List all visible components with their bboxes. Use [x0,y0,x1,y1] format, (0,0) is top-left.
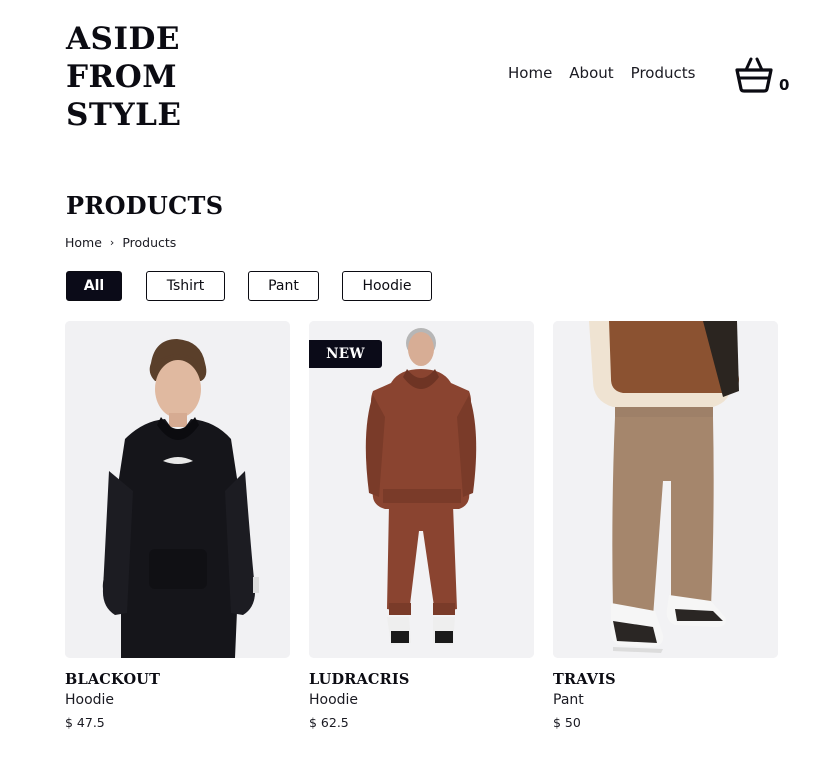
product-image[interactable]: NEW [309,321,534,658]
product-price: $ 62.5 [309,715,349,730]
brand-line-3: STYLE [66,97,182,133]
product-price: $ 47.5 [65,715,105,730]
filter-hoodie-button[interactable]: Hoodie [342,271,432,301]
new-badge: NEW [309,340,382,368]
basket-icon [735,57,773,93]
product-card[interactable]: TRAVIS Pant $ 50 [553,321,778,730]
breadcrumb-home-link[interactable]: Home [65,235,102,250]
black-hoodie-photo [65,321,290,658]
cart-button[interactable]: 0 [734,54,794,94]
nav-products-link[interactable]: Products [631,64,696,82]
brand-line-1: ASIDE [66,21,180,57]
cart-count: 0 [779,76,790,94]
product-image[interactable] [65,321,290,658]
breadcrumb-separator-icon: › [109,236,115,249]
breadcrumb: Home › Products [65,235,176,250]
product-category: Hoodie [65,692,115,708]
product-image[interactable] [553,321,778,658]
nav-about-link[interactable]: About [569,64,613,82]
tan-pant-photo [553,321,778,658]
main-nav: Home About Products [508,64,712,82]
product-card[interactable]: BLACKOUT Hoodie $ 47.5 [65,321,290,730]
page-title: PRODUCTS [66,191,224,220]
filter-all-button[interactable]: All [66,271,122,301]
product-category: Pant [553,692,584,708]
product-name[interactable]: LUDRACRIS [309,671,534,688]
brand-logo[interactable]: ASIDE FROM STYLE [66,20,182,134]
brand-line-2: FROM [66,59,178,95]
product-category: Hoodie [309,692,359,708]
filter-tshirt-button[interactable]: Tshirt [146,271,225,301]
product-name[interactable]: TRAVIS [553,671,778,688]
filter-pant-button[interactable]: Pant [248,271,319,301]
breadcrumb-current: Products [122,235,177,250]
product-price: $ 50 [553,715,581,730]
product-card[interactable]: NEW LUDRACRIS Hoodie $ 62.5 [309,321,534,730]
nav-home-link[interactable]: Home [508,64,552,82]
brown-hoodie-photo [309,321,534,658]
product-name[interactable]: BLACKOUT [65,671,290,688]
